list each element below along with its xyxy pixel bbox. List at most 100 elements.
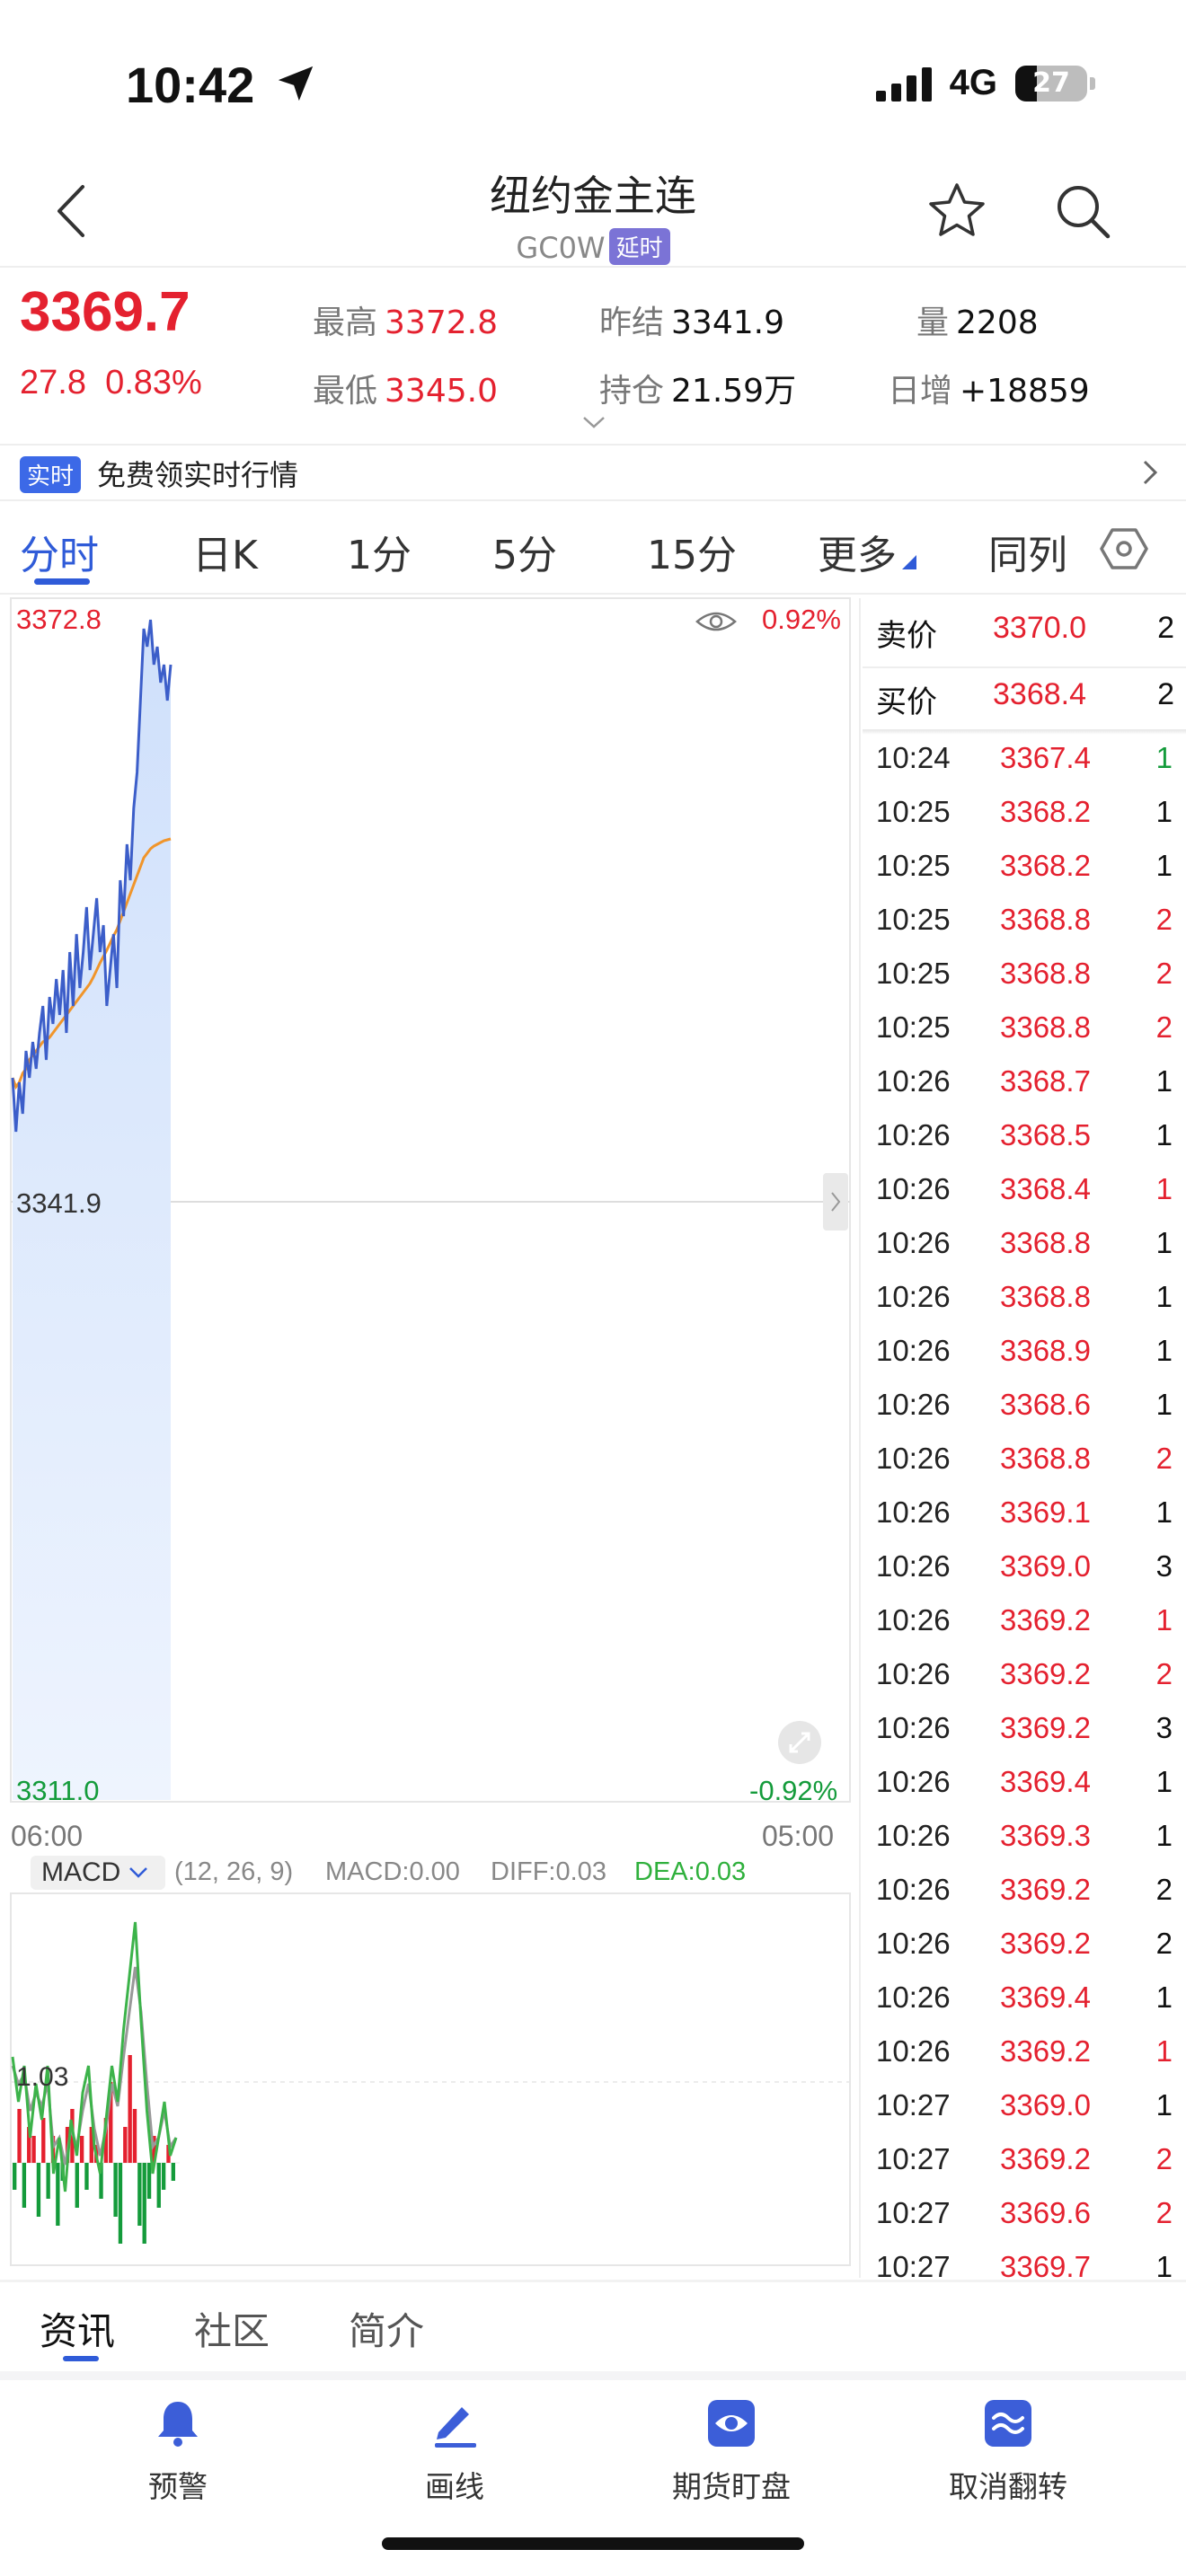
macd-bar: [156, 2163, 161, 2208]
macd-bar: [79, 2136, 84, 2163]
trade-qty: 2: [1155, 1010, 1173, 1044]
bid-qty: 2: [1157, 677, 1174, 711]
nav-alert[interactable]: 预警: [88, 2396, 268, 2506]
trade-qty: 1: [1155, 1064, 1173, 1098]
change-percent: 0.83%: [105, 364, 202, 401]
trade-qty: 1: [1155, 741, 1173, 774]
home-indicator[interactable]: [382, 2537, 804, 2550]
divider: [863, 666, 1186, 668]
trade-qty: 1: [1155, 1819, 1173, 1852]
trade-row: 10:24 3367.4 1: [876, 732, 1182, 786]
chevron-down-icon: [128, 1867, 147, 1878]
trade-time: 10:26: [876, 1927, 951, 1960]
page-title: 纽约金主连: [490, 172, 696, 220]
trade-time: 10:25: [876, 903, 951, 936]
trade-qty: 1: [1155, 1765, 1173, 1798]
trade-qty: 1: [1155, 1334, 1173, 1367]
trade-qty: 2: [1155, 903, 1173, 936]
trade-price: 3368.8: [1000, 957, 1091, 990]
intraday-chart[interactable]: [0, 593, 859, 2281]
diff-label: DIFF:: [491, 1857, 556, 1886]
tab-5min[interactable]: 5分: [492, 523, 557, 580]
nav-cancel-flip-label: 取消翻转: [949, 2469, 1067, 2504]
macd-bar: [31, 2136, 36, 2163]
price-change: 27.8 0.83%: [20, 364, 202, 402]
volume-label: 量: [916, 304, 950, 341]
trade-row: 10:26 3369.2 2: [876, 1918, 1182, 1972]
trade-qty: 2: [1155, 1873, 1173, 1906]
divider: [0, 444, 1186, 446]
ask-qty: 2: [1157, 611, 1174, 645]
nav-alert-label: 预警: [148, 2469, 208, 2504]
macd-bar: [84, 2163, 89, 2190]
trade-qty: 3: [1155, 1549, 1173, 1583]
prev-close-stat: 昨结 3341.9: [599, 296, 784, 343]
macd-bar: [161, 2163, 166, 2190]
contract-code: GC0W: [516, 231, 606, 265]
trade-time: 10:26: [876, 1442, 951, 1475]
macd-bar: [123, 2127, 128, 2163]
tab-15min[interactable]: 15分: [647, 523, 737, 580]
macd-bar: [142, 2163, 146, 2244]
trade-time: 10:26: [876, 1334, 951, 1367]
tab-timeshare[interactable]: 分时: [20, 523, 99, 580]
trade-price: 3369.4: [1000, 1765, 1091, 1798]
bid-label: 买价: [876, 685, 937, 719]
nav-watch-futures[interactable]: 期货盯盘: [642, 2396, 821, 2506]
pen-line-icon: [435, 2407, 476, 2448]
trade-row: 10:26 3369.1 1: [876, 1486, 1182, 1540]
macd-level-label: 1.03: [16, 2062, 69, 2092]
open-interest-value: 21.59万: [671, 373, 797, 410]
tab-compare[interactable]: 同列: [988, 523, 1067, 580]
tab-community[interactable]: 社区: [194, 2301, 270, 2356]
vertical-divider: [859, 598, 861, 2278]
side-panel-toggle[interactable]: [823, 1173, 848, 1231]
x-axis-end-label: 05:00: [762, 1820, 835, 1852]
tab-more[interactable]: 更多: [818, 523, 897, 580]
tab-news[interactable]: 资讯: [40, 2301, 115, 2356]
trade-price: 3368.8: [1000, 1010, 1091, 1044]
trade-time: 10:26: [876, 1495, 951, 1529]
tab-profile[interactable]: 简介: [349, 2301, 424, 2356]
diff-value-group: DIFF:0.03: [491, 1857, 606, 1887]
realtime-banner-link[interactable]: 免费领实时行情: [97, 453, 298, 494]
dea-value-group: DEA:0.03: [634, 1857, 746, 1887]
trade-qty: 1: [1155, 1388, 1173, 1421]
volume-value: 2208: [956, 304, 1039, 341]
trade-time: 10:26: [876, 1172, 951, 1205]
trade-qty: 1: [1155, 1280, 1173, 1313]
macd-bar: [171, 2163, 175, 2181]
fullscreen-icon[interactable]: [778, 1721, 821, 1764]
location-arrow-icon: [278, 66, 314, 101]
search-icon[interactable]: [1051, 180, 1114, 243]
status-icons: 4G 27: [875, 63, 1095, 103]
trade-price: 3367.4: [1000, 741, 1091, 774]
trade-qty: 2: [1155, 1657, 1173, 1690]
macd-bar: [113, 2163, 118, 2217]
trade-time: 10:26: [876, 1388, 951, 1421]
trade-price: 3368.8: [1000, 903, 1091, 936]
trade-row: 10:26 3368.6 1: [876, 1379, 1182, 1433]
trade-row: 10:26 3368.9 1: [876, 1325, 1182, 1379]
trade-price: 3369.2: [1000, 1873, 1091, 1906]
tab-1min[interactable]: 1分: [347, 523, 412, 580]
trade-row: 10:26 3368.8 2: [876, 1433, 1182, 1486]
expand-chevron-icon[interactable]: [582, 415, 606, 429]
trade-time: 10:25: [876, 957, 951, 990]
settings-hexagon-icon[interactable]: [1100, 525, 1148, 573]
nav-cancel-flip[interactable]: 取消翻转: [918, 2396, 1098, 2506]
indicator-selector[interactable]: MACD: [31, 1856, 165, 1890]
contract-code-line: GC0W 延时: [0, 228, 1186, 265]
macd-value-group: MACD:0.00: [325, 1857, 460, 1887]
trade-time: 10:26: [876, 1549, 951, 1583]
trade-time: 10:26: [876, 1118, 951, 1151]
trade-qty: 1: [1155, 1118, 1173, 1151]
favorite-star-icon[interactable]: [925, 180, 988, 243]
divider: [0, 266, 1186, 268]
nav-draw-line[interactable]: 画线: [365, 2396, 544, 2506]
trade-row: 10:27 3369.2 2: [876, 2133, 1182, 2187]
chevron-right-icon[interactable]: [1139, 458, 1161, 487]
macd-bar: [13, 2163, 17, 2190]
trade-time: 10:26: [876, 1711, 951, 1744]
tab-daily-k[interactable]: 日K: [192, 523, 258, 580]
